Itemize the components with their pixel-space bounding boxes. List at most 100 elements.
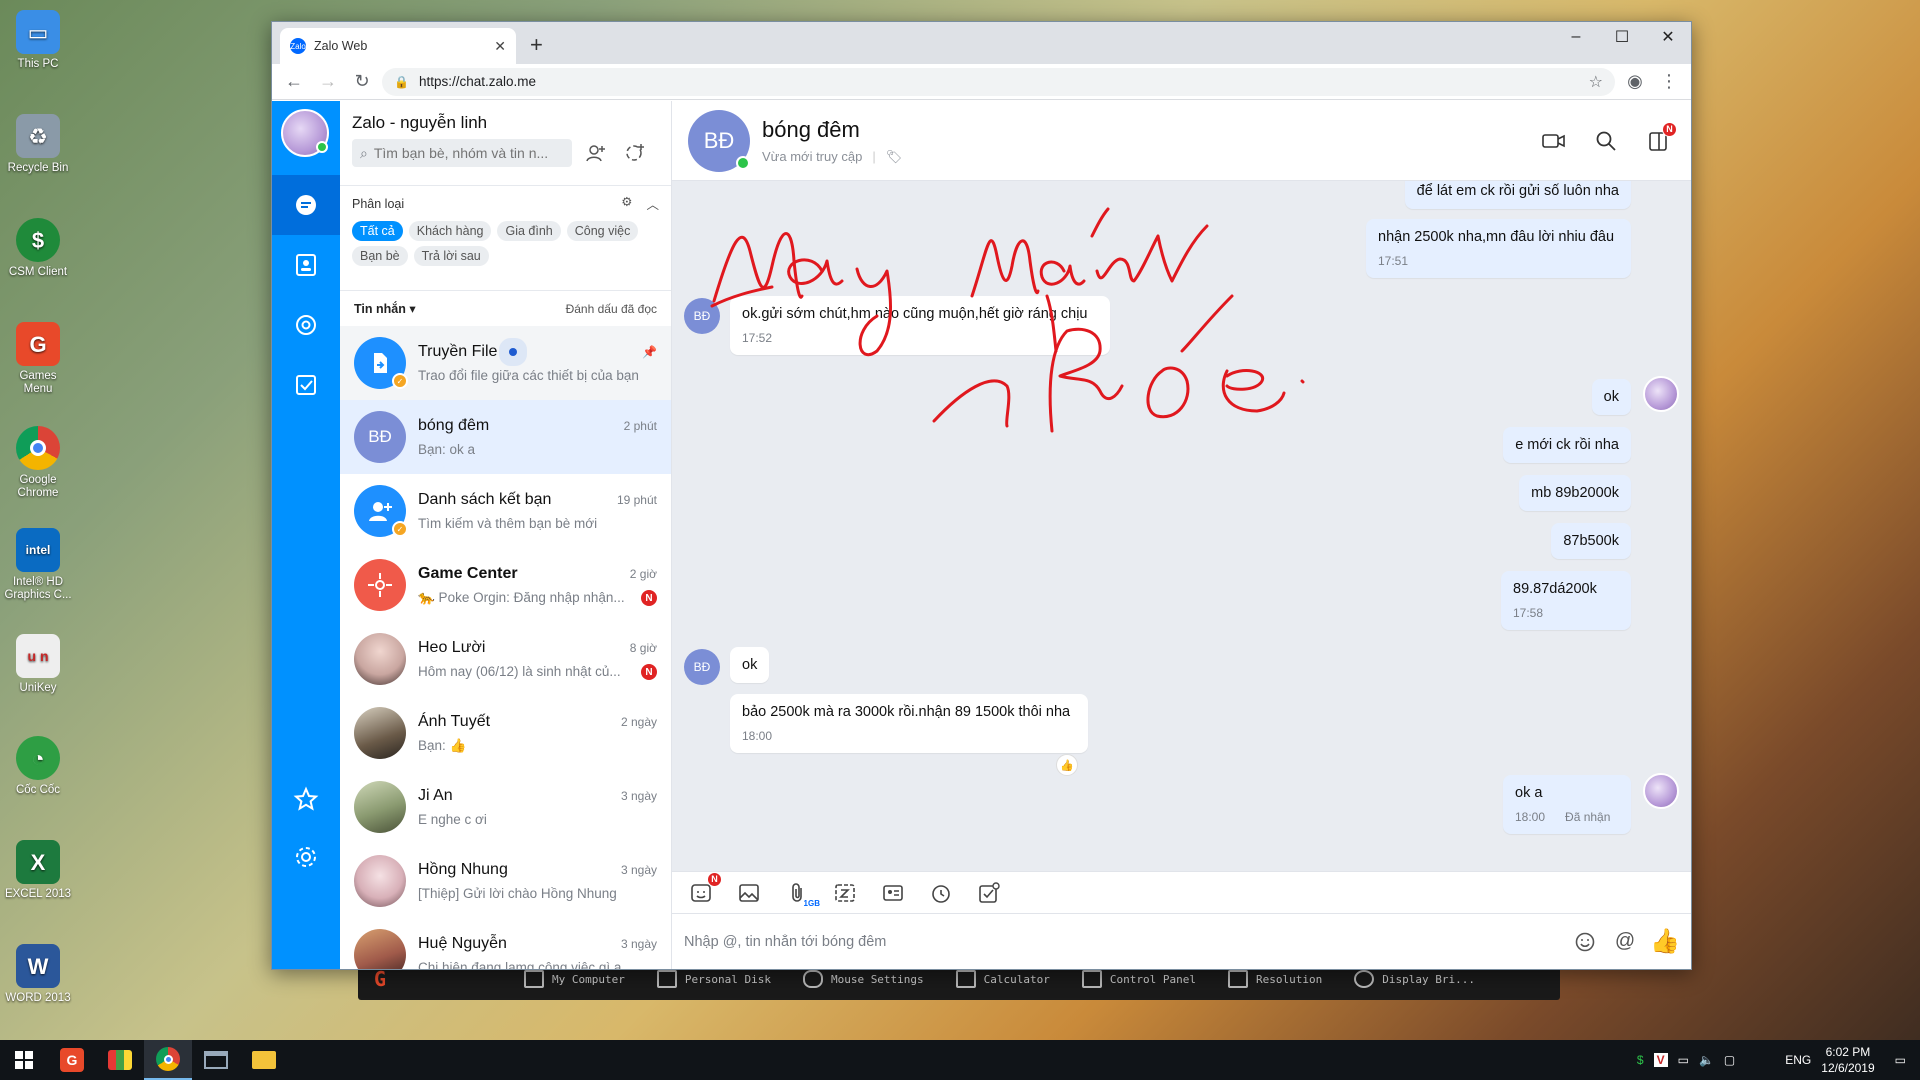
launcher-display-brightness[interactable]: Display Bri...: [1338, 970, 1491, 988]
conversation-item[interactable]: Heo Lười 8 giờ Hôm nay (06/12) là sinh nh…: [340, 622, 671, 696]
message-bubble-received[interactable]: ok.gửi sớm chút,hm nào cũng muộn,hết giờ…: [730, 296, 1110, 355]
network-icon[interactable]: ▭: [1678, 1053, 1689, 1067]
video-call-button[interactable]: [1537, 124, 1571, 158]
new-tab-button[interactable]: +: [530, 32, 543, 58]
conversation-item[interactable]: BĐ bóng đêm 2 phút Bạn: ok a: [340, 400, 671, 474]
forward-button[interactable]: →: [314, 68, 342, 96]
chip-work[interactable]: Công việc: [566, 221, 639, 241]
tag-icon[interactable]: 🏷: [886, 149, 903, 165]
message-bubble-sent[interactable]: ok: [1591, 379, 1631, 415]
reminder-button[interactable]: [924, 876, 958, 910]
chip-family[interactable]: Gia đình: [497, 221, 561, 241]
desktop-icon-chrome[interactable]: Google Chrome: [4, 426, 72, 500]
close-window-button[interactable]: ✕: [1645, 22, 1691, 52]
chip-all[interactable]: Tất cả: [352, 221, 403, 241]
send-like-button[interactable]: 👍: [1650, 928, 1680, 956]
send-image-button[interactable]: [732, 876, 766, 910]
csm-tray-icon[interactable]: $: [1637, 1053, 1644, 1067]
mention-button[interactable]: @: [1611, 928, 1639, 956]
desktop-icon-this-pc[interactable]: ▭ This PC: [4, 10, 72, 71]
language-indicator[interactable]: ENG: [1785, 1053, 1811, 1067]
create-group-button[interactable]: [620, 139, 648, 167]
chat-avatar[interactable]: BĐ: [688, 109, 750, 172]
taskbar-chrome[interactable]: [144, 1040, 192, 1080]
message-bubble-sent[interactable]: 87b500k: [1551, 523, 1631, 559]
conversation-item[interactable]: Ánh Tuyết 2 ngày Bạn: 👍: [340, 696, 671, 770]
conversation-item[interactable]: Huệ Nguyễn 3 ngày Chị hiện đang lamg công…: [340, 918, 671, 969]
start-button[interactable]: [0, 1040, 48, 1080]
notifications-icon[interactable]: ▭: [1895, 1053, 1906, 1067]
chat-info-button[interactable]: N: [1641, 121, 1677, 158]
desktop-icon-intel[interactable]: intel Intel® HD Graphics C...: [4, 528, 72, 602]
chip-friends[interactable]: Bạn bè: [352, 246, 408, 266]
conversation-item[interactable]: Hồng Nhung 3 ngày [Thiệp] Gửi lời chào Hồ…: [340, 844, 671, 918]
conversation-item[interactable]: ✓ Danh sách kết bạn 19 phút Tìm kiếm và t…: [340, 474, 671, 548]
message-bubble-sent[interactable]: e mới ck rồi nha: [1503, 427, 1631, 463]
add-friend-button[interactable]: [582, 139, 610, 167]
bookmark-star-icon[interactable]: ☆: [1589, 72, 1603, 92]
unikey-tray-icon[interactable]: V: [1653, 1053, 1668, 1067]
message-input[interactable]: [684, 933, 1559, 950]
desktop-icon-word[interactable]: W WORD 2013: [4, 944, 72, 1005]
conversation-item[interactable]: Ji An 3 ngày E nghe c ơi: [340, 770, 671, 844]
my-message-avatar[interactable]: [1643, 376, 1679, 412]
profile-icon[interactable]: ◉: [1621, 68, 1649, 96]
mark-all-read-link[interactable]: Đánh dấu đã đọc: [566, 302, 657, 316]
message-bubble-sent[interactable]: 89.87dá200k 17:58: [1501, 571, 1631, 630]
conversation-item[interactable]: Game Center 2 giờ 🐆 Poke Orgin: Đăng nhập…: [340, 548, 671, 622]
nav-mentions[interactable]: [272, 295, 340, 355]
taskbar-window[interactable]: [192, 1040, 240, 1080]
message-bubble-sent[interactable]: mb 89b2000k: [1519, 475, 1631, 511]
my-avatar[interactable]: [281, 109, 329, 157]
url-field[interactable]: 🔒 https://chat.zalo.me ☆: [382, 67, 1615, 96]
assign-task-button[interactable]: [972, 876, 1006, 910]
back-button[interactable]: ←: [280, 68, 308, 96]
launcher-control-panel[interactable]: Control Panel: [1066, 970, 1212, 988]
launcher-calculator[interactable]: Calculator: [940, 970, 1066, 988]
message-bubble-sent[interactable]: để lát em ck rồi gửi số luôn nha: [1404, 181, 1631, 209]
my-message-avatar[interactable]: [1643, 773, 1679, 809]
reload-button[interactable]: ↻: [348, 68, 376, 96]
pin-icon[interactable]: 📌: [642, 345, 657, 359]
attach-file-button[interactable]: 1GB: [780, 876, 820, 910]
nav-settings[interactable]: [272, 827, 340, 887]
collapse-chevron-icon[interactable]: ︿: [646, 194, 659, 213]
tab-zalo-web[interactable]: Zalo Zalo Web ✕: [280, 28, 516, 64]
desktop-icon-excel[interactable]: X EXCEL 2013: [4, 840, 72, 901]
message-bubble-received[interactable]: bảo 2500k mà ra 3000k rồi.nhận 89 1500k …: [730, 694, 1088, 753]
emoji-button[interactable]: [1571, 928, 1599, 956]
notification-tray-icon[interactable]: ▢: [1724, 1053, 1735, 1067]
nav-messages[interactable]: [272, 175, 340, 235]
message-bubble-sent[interactable]: nhận 2500k nha,mn đâu lời nhiu đâu 17:51: [1366, 219, 1631, 278]
message-bubble-sent[interactable]: ok a 18:00 Đã nhận: [1503, 775, 1631, 834]
volume-icon[interactable]: 🔈: [1699, 1053, 1714, 1067]
sender-avatar[interactable]: BĐ: [684, 298, 720, 334]
conversation-item[interactable]: ✓ Truyền File 📌 Trao đổi file giữa các th…: [340, 326, 671, 400]
screenshot-button[interactable]: [828, 876, 862, 910]
messages-filter-dropdown[interactable]: Tin nhắn ▾: [354, 301, 416, 316]
search-input[interactable]: [373, 145, 554, 161]
nav-todos[interactable]: [272, 355, 340, 415]
like-reaction-icon[interactable]: 👍: [1056, 754, 1078, 776]
taskbar-games-menu[interactable]: G: [48, 1040, 96, 1080]
menu-dots-icon[interactable]: ⋮: [1655, 68, 1683, 96]
chip-customers[interactable]: Khách hàng: [408, 221, 492, 241]
close-tab-icon[interactable]: ✕: [494, 38, 506, 55]
sender-avatar[interactable]: BĐ: [684, 649, 720, 685]
desktop-icon-coccoc[interactable]: ◔ Cốc Cốc: [4, 736, 72, 797]
launcher-personal-disk[interactable]: Personal Disk: [641, 970, 787, 988]
launcher-my-computer[interactable]: My Computer: [508, 970, 641, 988]
desktop-icon-recycle-bin[interactable]: ♻ Recycle Bin: [4, 114, 72, 175]
minimize-button[interactable]: –: [1553, 22, 1599, 52]
chip-reply-later[interactable]: Trả lời sau: [413, 246, 489, 266]
nav-favorites[interactable]: [272, 769, 340, 829]
desktop-icon-games-menu[interactable]: G Games Menu: [4, 322, 72, 396]
maximize-button[interactable]: ☐: [1599, 22, 1645, 52]
nav-contacts[interactable]: [272, 235, 340, 295]
launcher-resolution[interactable]: Resolution: [1212, 970, 1338, 988]
desktop-icon-unikey[interactable]: u n UniKey: [4, 634, 72, 695]
message-bubble-received[interactable]: ok: [730, 647, 770, 683]
sticker-button[interactable]: N: [684, 871, 722, 910]
tag-settings-icon[interactable]: ⚙: [621, 194, 632, 213]
search-chat-button[interactable]: [1589, 124, 1623, 158]
